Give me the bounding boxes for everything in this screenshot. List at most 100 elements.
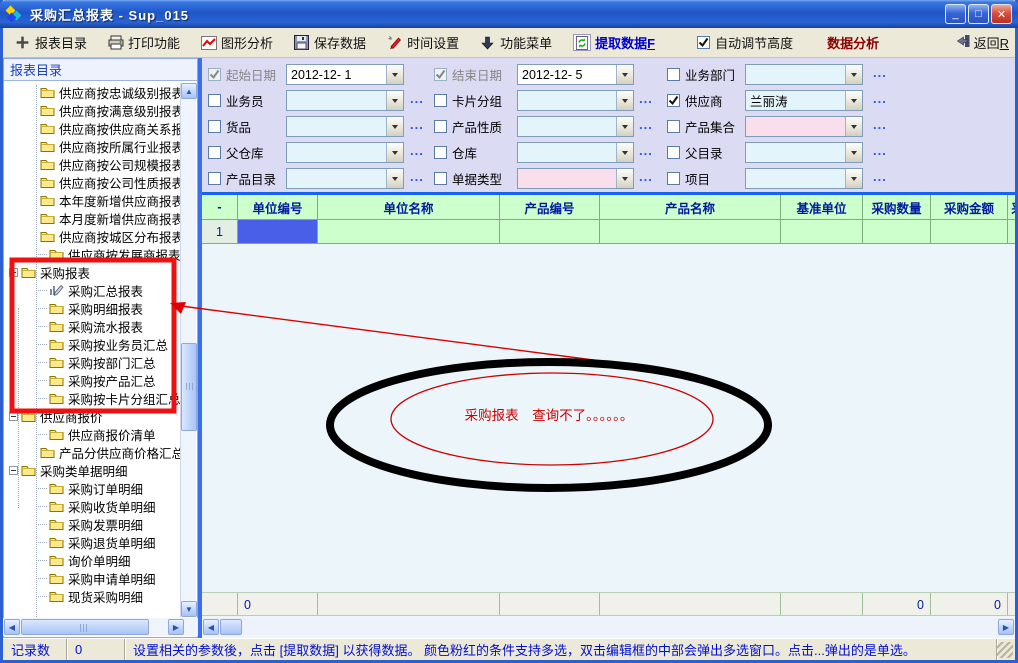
toolbar-button-4[interactable]: 保存数据 xyxy=(288,30,371,55)
grid-column-header[interactable]: 采 xyxy=(1008,195,1015,220)
tree-item[interactable]: 采购订单明细 xyxy=(5,479,182,497)
tree-item[interactable]: 本月度新增供应商报表 xyxy=(5,209,182,227)
chevron-down-icon[interactable] xyxy=(386,143,403,162)
grid-column-header[interactable]: 基准单位 xyxy=(781,195,863,220)
tree-item[interactable]: 采购申请单明细 xyxy=(5,569,182,587)
tree-item[interactable]: 供应商按供应商关系报表 xyxy=(5,119,182,137)
tree-horizontal-scrollbar[interactable]: ◀ ▶ xyxy=(3,618,198,636)
tree-item[interactable]: 采购按产品汇总 xyxy=(5,371,182,389)
chevron-down-icon[interactable] xyxy=(616,91,633,110)
chevron-down-icon[interactable] xyxy=(386,91,403,110)
grid-cell[interactable] xyxy=(931,220,1008,244)
filter-checkbox[interactable] xyxy=(667,94,680,107)
filter-combobox[interactable] xyxy=(745,142,863,163)
filter-combobox[interactable] xyxy=(517,90,634,111)
tree-item[interactable]: 供应商按满意级别报表 xyxy=(5,101,182,119)
filter-checkbox[interactable] xyxy=(208,94,221,107)
tree-item[interactable]: 采购报表 xyxy=(5,263,182,281)
tree-item-selected[interactable]: 采购汇总报表 xyxy=(5,281,182,299)
chevron-down-icon[interactable] xyxy=(386,169,403,188)
grid-scroll-right-arrow-icon[interactable]: ▶ xyxy=(998,619,1014,635)
filter-checkbox[interactable] xyxy=(208,120,221,133)
grid-column-header[interactable]: 采购数量 xyxy=(863,195,931,220)
toolbar-button-1[interactable]: 报表目录 xyxy=(9,30,92,55)
tree-vertical-scrollbar[interactable]: ▲ ▼ xyxy=(180,83,196,617)
tree-item[interactable]: 供应商按公司规模报表 xyxy=(5,155,182,173)
filter-checkbox[interactable] xyxy=(434,94,447,107)
panel-splitter[interactable] xyxy=(198,58,202,638)
browse-ellipsis-button[interactable]: ... xyxy=(873,169,887,184)
resize-grip[interactable] xyxy=(997,642,1013,658)
auto-height-checkbox-group[interactable]: 自动调节高度 xyxy=(697,33,793,52)
browse-ellipsis-button[interactable]: ... xyxy=(639,91,653,106)
grid-scroll-left-arrow-icon[interactable]: ◀ xyxy=(203,619,219,635)
filter-combobox[interactable]: 2012-12- 1 xyxy=(286,64,404,85)
grid-hscroll-thumb[interactable] xyxy=(220,619,242,635)
filter-combobox[interactable] xyxy=(286,90,404,111)
tree-item[interactable]: 供应商报价 xyxy=(5,407,182,425)
scroll-up-arrow-icon[interactable]: ▲ xyxy=(181,83,197,99)
browse-ellipsis-button[interactable]: ... xyxy=(873,65,887,80)
scroll-left-arrow-icon[interactable]: ◀ xyxy=(4,619,20,635)
filter-combobox[interactable] xyxy=(286,142,404,163)
chevron-down-icon[interactable] xyxy=(616,65,633,84)
filter-checkbox[interactable] xyxy=(434,172,447,185)
browse-ellipsis-button[interactable]: ... xyxy=(873,143,887,158)
grid-cell[interactable] xyxy=(781,220,863,244)
data-analysis-button[interactable]: 数据分析 xyxy=(827,33,879,52)
toolbar-button-2[interactable]: 打印功能 xyxy=(102,30,185,55)
browse-ellipsis-button[interactable]: ... xyxy=(410,117,424,132)
grid-column-header[interactable]: - xyxy=(202,195,238,220)
browse-ellipsis-button[interactable]: ... xyxy=(873,117,887,132)
grid-column-header[interactable]: 采购金额 xyxy=(931,195,1008,220)
chevron-down-icon[interactable] xyxy=(386,65,403,84)
tree-item[interactable]: 询价单明细 xyxy=(5,551,182,569)
chevron-down-icon[interactable] xyxy=(845,169,862,188)
chevron-down-icon[interactable] xyxy=(616,143,633,162)
tree-item[interactable]: 采购按卡片分组汇总 xyxy=(5,389,182,407)
tree-hscroll-thumb[interactable] xyxy=(21,619,149,635)
browse-ellipsis-button[interactable]: ... xyxy=(410,143,424,158)
tree-item[interactable]: 供应商按忠诚级别报表 xyxy=(5,83,182,101)
filter-combobox[interactable] xyxy=(286,116,404,137)
tree-item[interactable]: 供应商按公司性质报表 xyxy=(5,173,182,191)
tree-item[interactable]: 供应商按所属行业报表 xyxy=(5,137,182,155)
chevron-down-icon[interactable] xyxy=(845,117,862,136)
filter-combobox[interactable]: 兰丽涛 xyxy=(745,90,863,111)
back-button[interactable]: 返回R xyxy=(956,33,1009,52)
tree-item[interactable]: 采购退货单明细 xyxy=(5,533,182,551)
browse-ellipsis-button[interactable]: ... xyxy=(639,143,653,158)
maximize-button[interactable]: □ xyxy=(968,4,989,24)
extract-data-button[interactable]: 提取数据F xyxy=(573,33,655,52)
filter-checkbox[interactable] xyxy=(208,146,221,159)
filter-checkbox[interactable] xyxy=(434,146,447,159)
tree-item[interactable]: 采购发票明细 xyxy=(5,515,182,533)
filter-checkbox[interactable] xyxy=(667,172,680,185)
close-button[interactable]: ✕ xyxy=(991,4,1012,24)
filter-combobox[interactable] xyxy=(517,142,634,163)
scroll-right-arrow-icon[interactable]: ▶ xyxy=(168,619,184,635)
browse-ellipsis-button[interactable]: ... xyxy=(639,117,653,132)
tree-item[interactable]: 产品分供应商价格汇总 xyxy=(5,443,182,461)
toolbar-button-6[interactable]: 功能菜单 xyxy=(474,30,557,55)
grid-column-header[interactable]: 产品名称 xyxy=(600,195,781,220)
chevron-down-icon[interactable] xyxy=(845,143,862,162)
tree-item[interactable]: 采购类单据明细 xyxy=(5,461,182,479)
grid-column-header[interactable]: 单位名称 xyxy=(318,195,500,220)
grid-cell[interactable] xyxy=(318,220,500,244)
toolbar-button-3[interactable]: 图形分析 xyxy=(195,30,278,55)
tree-collapse-icon[interactable] xyxy=(9,412,18,421)
grid-cell-selected[interactable] xyxy=(238,220,318,244)
tree-item[interactable]: 采购收货单明细 xyxy=(5,497,182,515)
filter-checkbox[interactable] xyxy=(434,120,447,133)
tree-item[interactable]: 供应商按发展商报表 xyxy=(5,245,182,263)
grid-cell[interactable] xyxy=(600,220,781,244)
toolbar-button-5[interactable]: 时间设置 xyxy=(381,30,464,55)
filter-combobox[interactable] xyxy=(745,64,863,85)
filter-combobox[interactable] xyxy=(745,116,863,137)
filter-combobox[interactable] xyxy=(286,168,404,189)
tree-item[interactable]: 采购流水报表 xyxy=(5,317,182,335)
filter-checkbox[interactable] xyxy=(208,172,221,185)
filter-checkbox[interactable] xyxy=(667,120,680,133)
tree-item[interactable]: 采购明细报表 xyxy=(5,299,182,317)
